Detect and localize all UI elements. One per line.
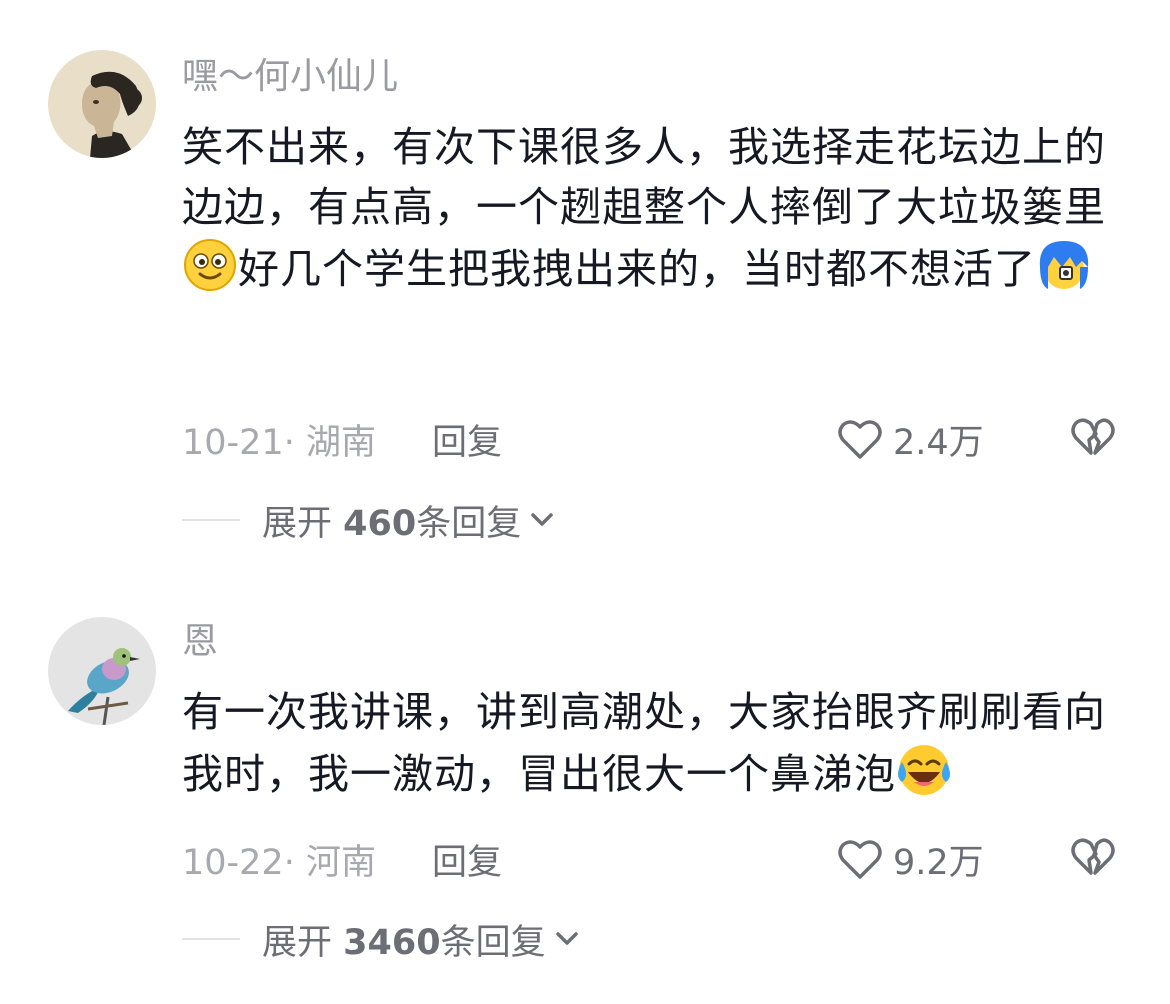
expand-prefix: 展开 xyxy=(262,503,333,544)
like-count: 2.4万 xyxy=(893,422,984,463)
expand-label: 展开 460条回复 xyxy=(262,495,521,546)
smiling-face-emoji-icon xyxy=(182,237,238,293)
comment-text: 有一次我讲课，讲到高潮处，大家抬眼齐刷刷看向我时，我一激动，冒出很大一个鼻涕泡 xyxy=(182,682,1132,804)
avatar[interactable] xyxy=(48,617,156,725)
divider-line xyxy=(182,938,240,940)
avatar[interactable] xyxy=(48,50,156,158)
chevron-down-icon xyxy=(531,513,553,526)
comment-text-part: 有一次我讲课，讲到高潮处，大家抬眼齐刷刷看向我时，我一激动，冒出很大一个鼻涕泡 xyxy=(182,688,1106,798)
expand-prefix: 展开 xyxy=(262,922,333,963)
comment-date-location: 10-22· 河南 xyxy=(182,842,376,883)
expand-suffix: 条回复 xyxy=(440,922,546,963)
like-button[interactable]: 9.2万 xyxy=(837,834,984,885)
comment-text-part: 笑不出来，有次下课很多人，我选择走花坛边上的边边，有点高，一个趔趄整个人摔倒了大… xyxy=(182,123,1106,231)
comment-meta: 10-21· 湖南 回复 2.4万 xyxy=(182,414,1132,464)
comment-text-part: 好几个学生把我拽出来的，当时都不想活了 xyxy=(238,245,1036,293)
reply-button[interactable]: 回复 xyxy=(432,414,502,465)
expand-replies-button[interactable]: 展开 3460条回复 xyxy=(182,914,580,965)
heart-outline-icon xyxy=(838,840,882,879)
comment-username[interactable]: 恩 xyxy=(182,620,1132,664)
broken-heart-icon[interactable] xyxy=(1070,416,1116,458)
comment-text: 笑不出来，有次下课很多人，我选择走花坛边上的边边，有点高，一个趔趄整个人摔倒了大… xyxy=(182,117,1132,299)
comment-username[interactable]: 嘿～何小仙儿 xyxy=(182,55,1132,99)
reply-button[interactable]: 回复 xyxy=(432,834,502,885)
expand-replies-button[interactable]: 展开 460条回复 xyxy=(182,495,555,546)
broken-heart-icon[interactable] xyxy=(1070,836,1116,878)
crying-laughing-face-emoji-icon xyxy=(896,742,952,798)
reply-count: 3460 xyxy=(343,922,441,963)
chevron-down-icon xyxy=(555,932,578,945)
expand-suffix: 条回复 xyxy=(416,503,522,544)
expand-label: 展开 3460条回复 xyxy=(262,914,546,965)
like-count: 9.2万 xyxy=(893,842,984,883)
like-button[interactable]: 2.4万 xyxy=(837,414,984,465)
comment-meta: 10-22· 河南 回复 9.2万 xyxy=(182,834,1132,884)
divider-line xyxy=(182,519,240,521)
blue-hair-face-emoji-icon xyxy=(1036,237,1092,293)
heart-outline-icon xyxy=(838,420,882,459)
comment-date-location: 10-21· 湖南 xyxy=(182,422,376,463)
reply-count: 460 xyxy=(343,503,417,544)
